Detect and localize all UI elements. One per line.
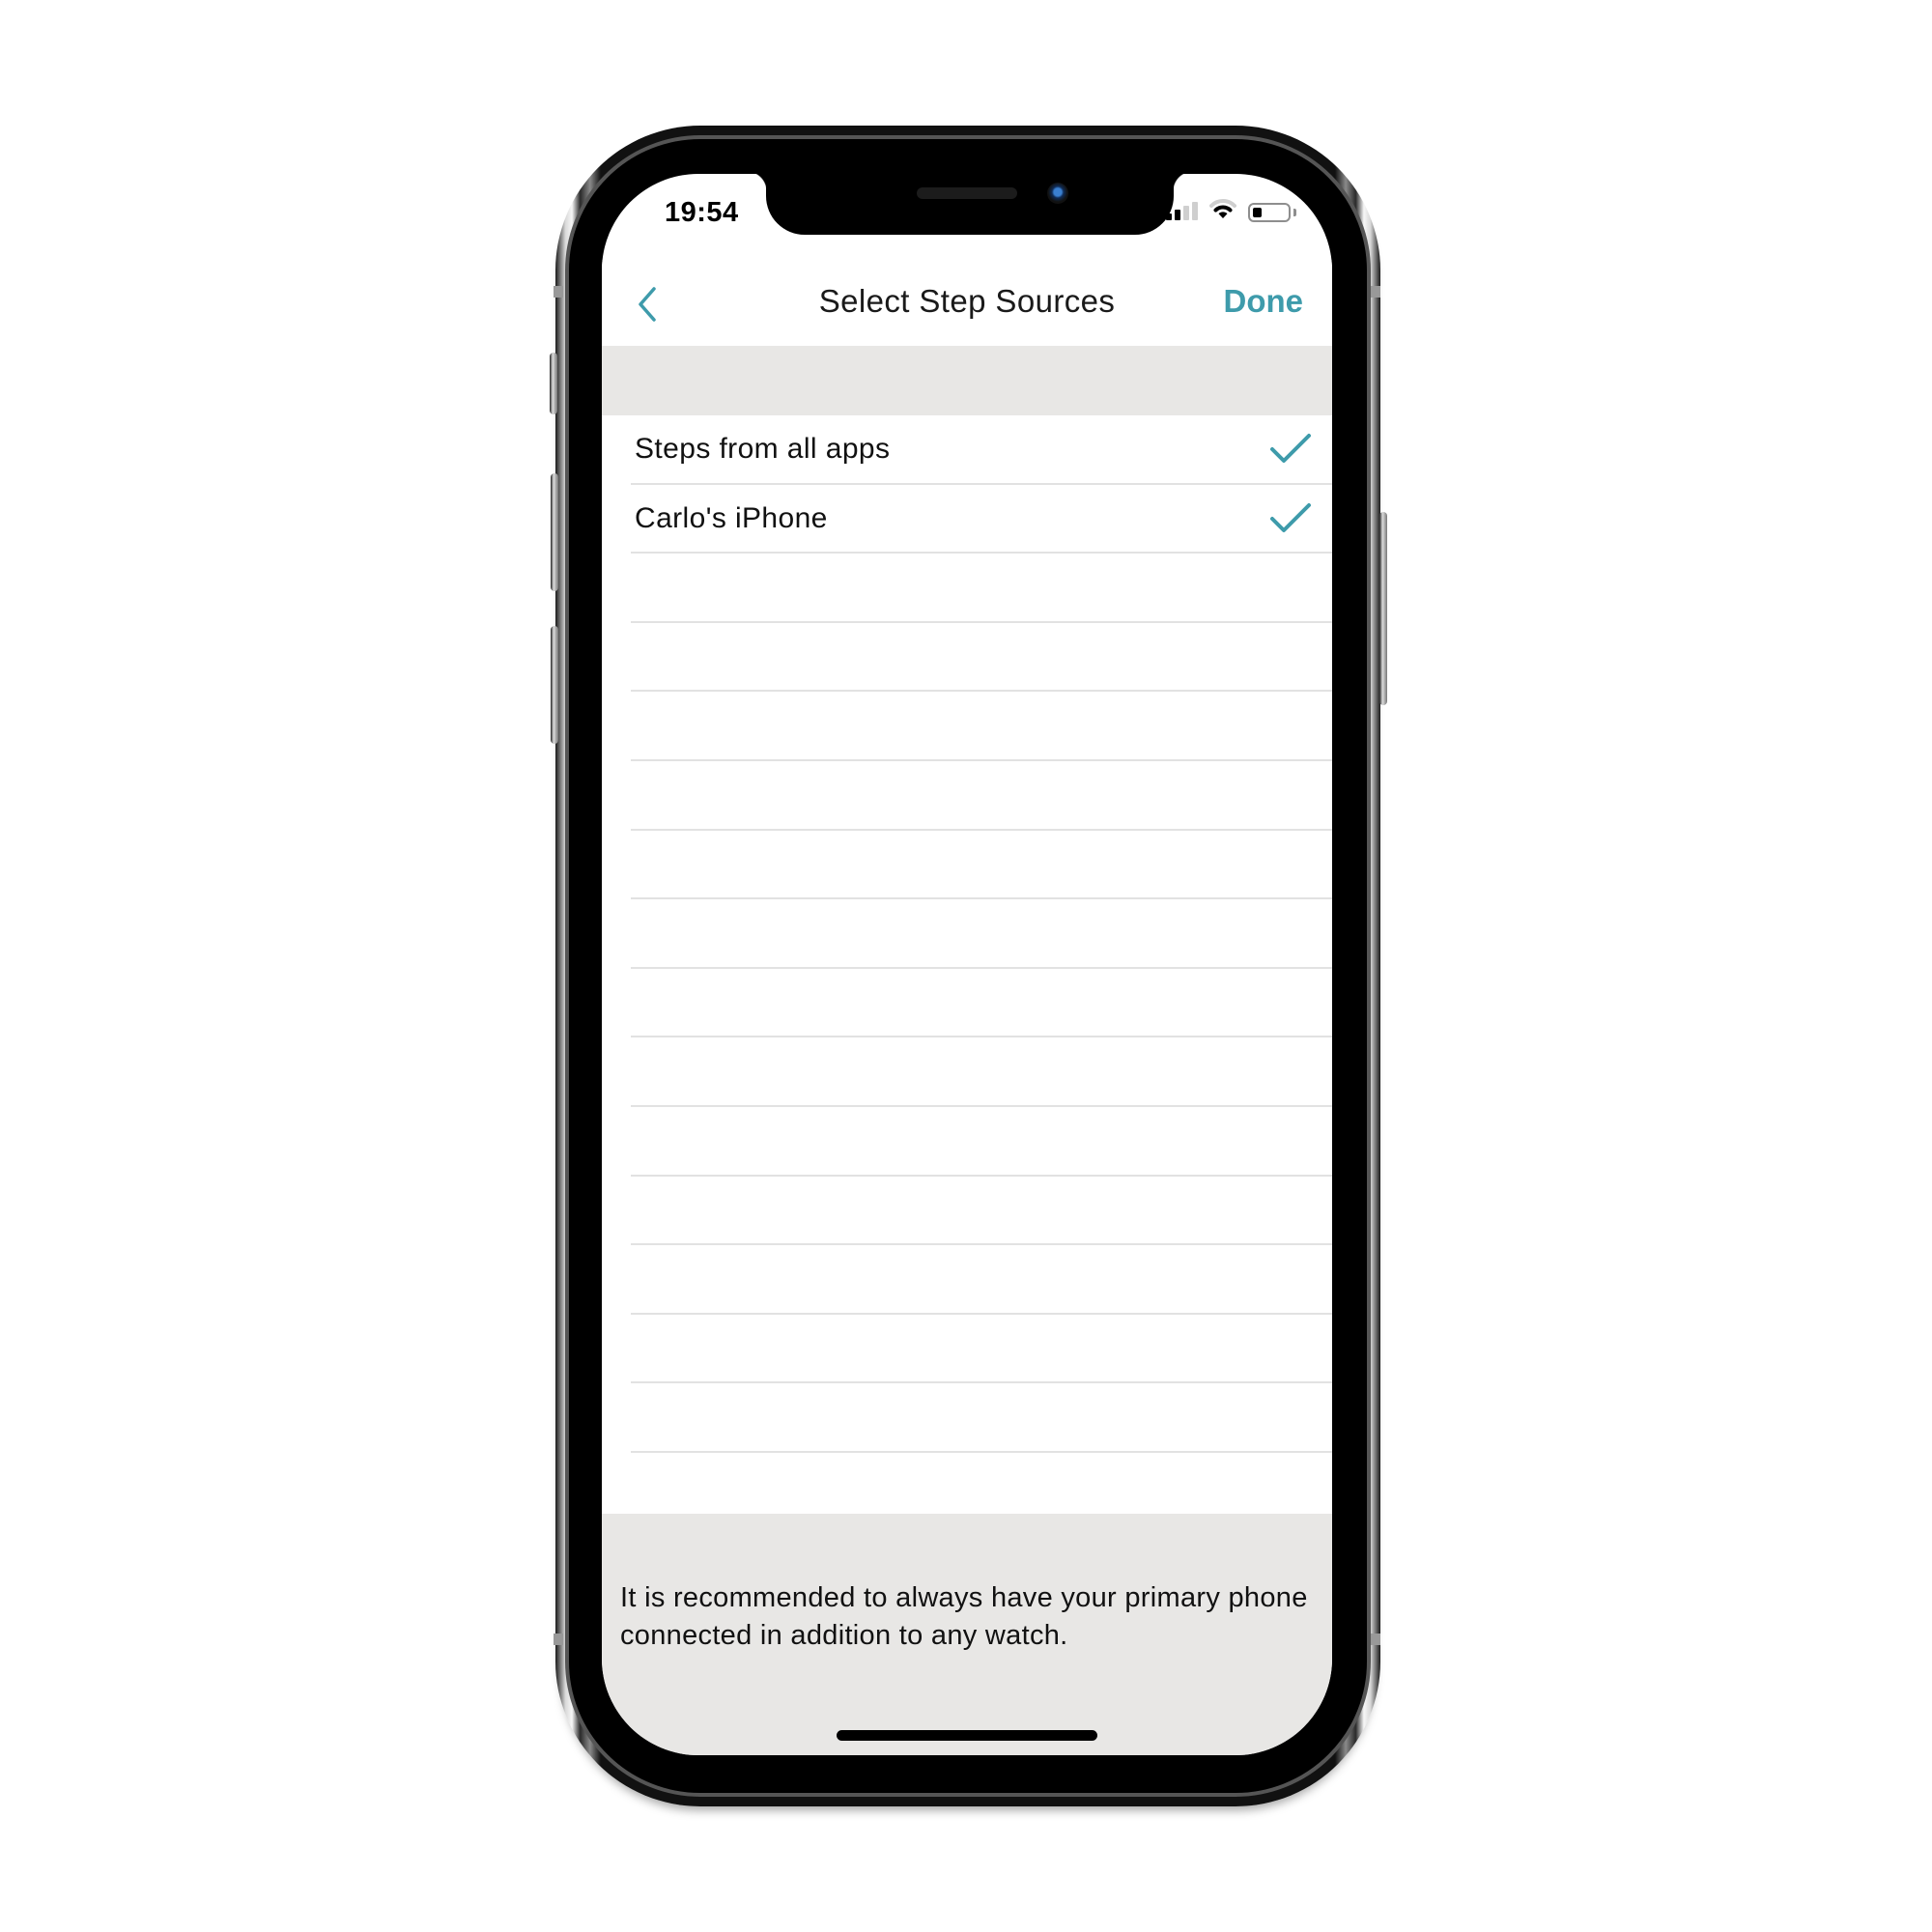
battery-level — [1253, 208, 1262, 217]
empty-list-row — [602, 1037, 1332, 1107]
phone-screen: 19:54 Select Step Sources Done Steps fro… — [602, 174, 1332, 1755]
empty-list-row — [602, 1453, 1332, 1522]
empty-list-row — [602, 1107, 1332, 1177]
navigation-bar: Select Step Sources Done — [602, 260, 1332, 346]
side-power-button — [1379, 512, 1387, 705]
empty-list-row — [602, 761, 1332, 831]
volume-up-button — [551, 473, 558, 591]
signal-bar — [1192, 202, 1198, 220]
empty-list-row — [602, 831, 1332, 900]
empty-list-row — [602, 1177, 1332, 1246]
source-label: Carlo's iPhone — [635, 501, 828, 534]
empty-list-row — [602, 1383, 1332, 1453]
checkmark-icon — [1270, 502, 1311, 532]
empty-list-row — [602, 969, 1332, 1038]
empty-list-row — [602, 1245, 1332, 1315]
signal-bar — [1183, 206, 1189, 220]
source-label: Steps from all apps — [635, 433, 891, 465]
list-item-source[interactable]: Steps from all apps — [602, 415, 1332, 485]
footer-section: It is recommended to always have your pr… — [602, 1514, 1332, 1755]
antenna-band — [1371, 286, 1380, 298]
empty-list-row — [602, 554, 1332, 623]
empty-list-row — [602, 899, 1332, 969]
done-button[interactable]: Done — [1224, 283, 1304, 320]
list-item-source[interactable]: Carlo's iPhone — [602, 485, 1332, 554]
battery-icon — [1248, 203, 1291, 222]
wifi-icon — [1209, 199, 1236, 218]
action-button — [550, 353, 557, 414]
notch — [747, 174, 1193, 235]
battery-nub — [1293, 209, 1296, 216]
section-header-spacer — [602, 346, 1332, 415]
empty-list-row — [602, 623, 1332, 693]
volume-down-button — [551, 626, 558, 744]
step-sources-list: Steps from all apps Carlo's iPhone — [602, 415, 1332, 1514]
antenna-band — [1371, 1634, 1380, 1645]
antenna-band — [554, 286, 563, 298]
front-camera — [1047, 183, 1068, 204]
empty-list-row — [602, 1315, 1332, 1384]
antenna-band — [554, 1634, 563, 1645]
checkmark-icon — [1270, 434, 1311, 463]
empty-list-row — [602, 692, 1332, 761]
earpiece-speaker — [917, 187, 1017, 199]
status-time: 19:54 — [665, 197, 739, 228]
signal-bar — [1175, 210, 1180, 220]
home-indicator[interactable] — [837, 1730, 1097, 1741]
footer-note: It is recommended to always have your pr… — [620, 1582, 1308, 1651]
